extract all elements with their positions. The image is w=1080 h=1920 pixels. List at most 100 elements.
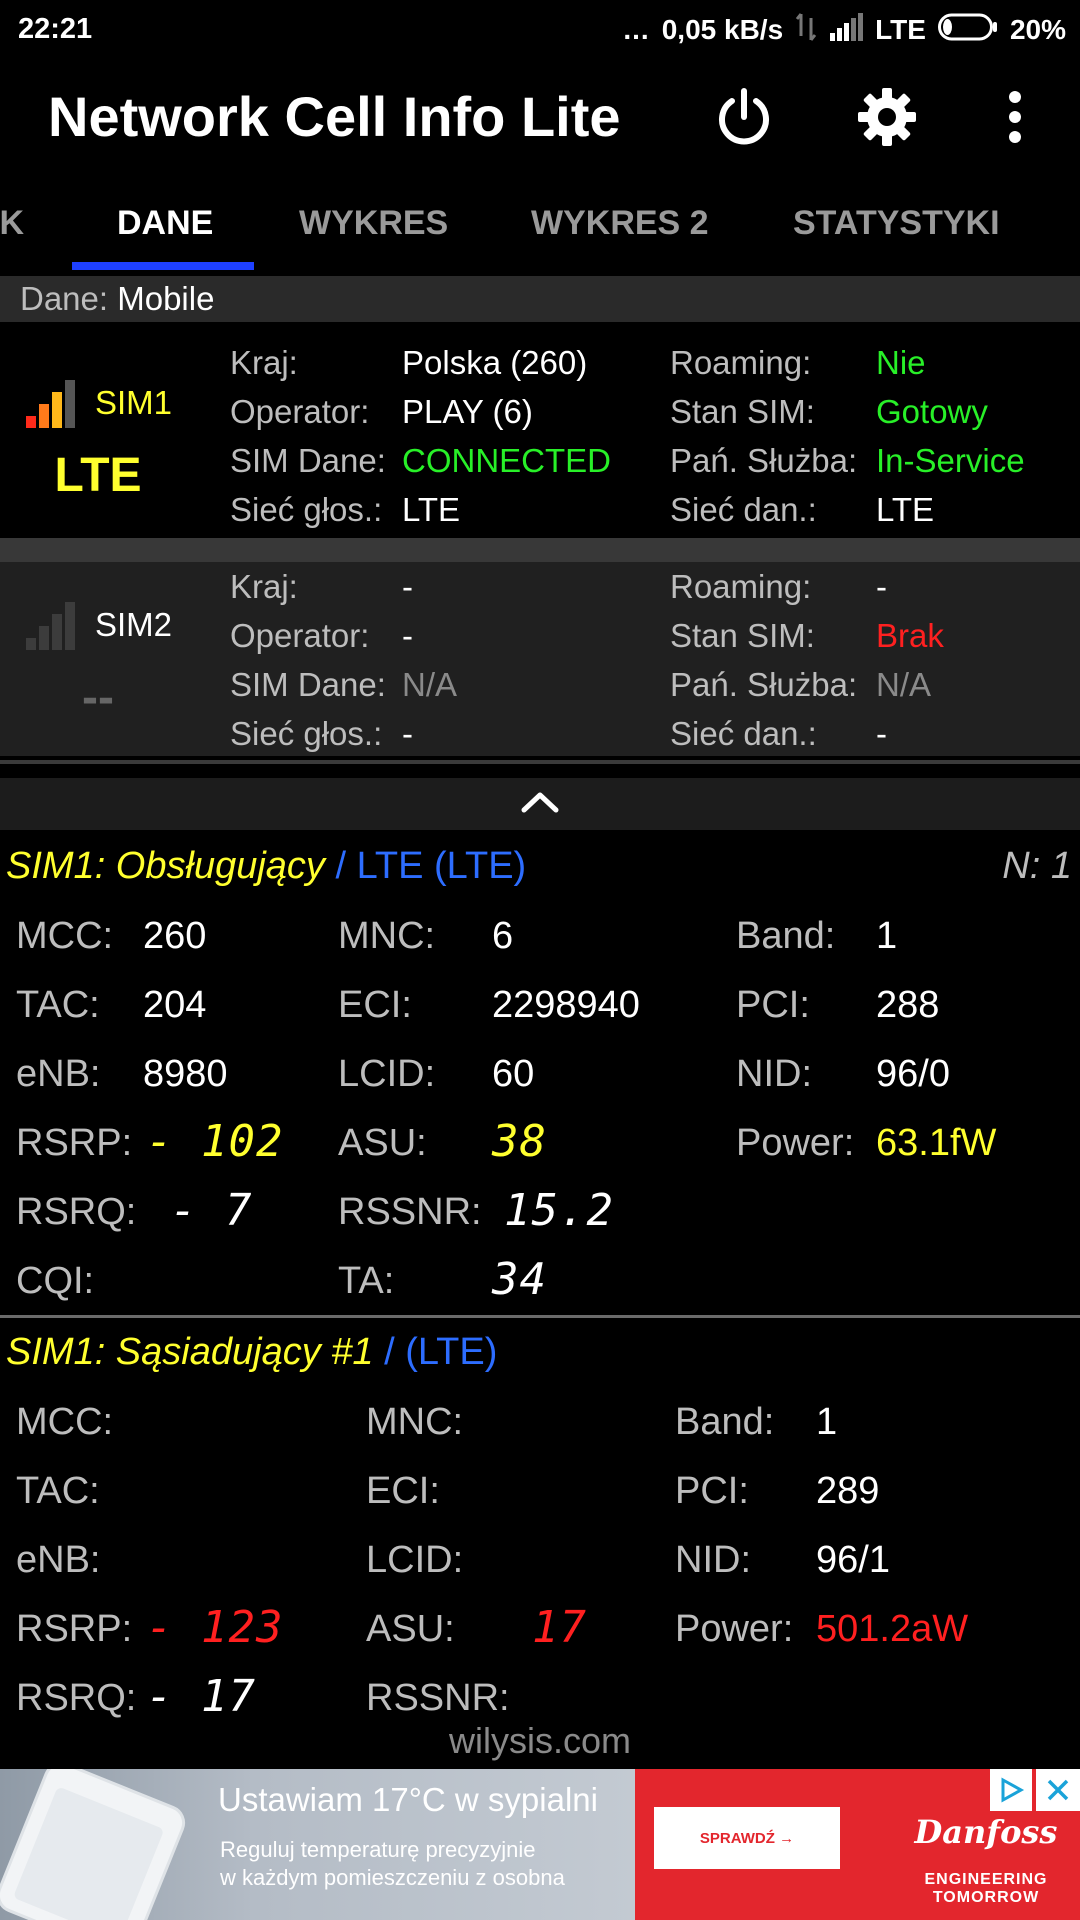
serving-mnc-value: 6 xyxy=(492,915,514,957)
neighbor-nid-value: 96/1 xyxy=(816,1539,890,1581)
sim2-data-net: Sieć dan.: xyxy=(670,715,817,752)
ad-choices-icon[interactable] xyxy=(990,1769,1032,1811)
serving-mcc-label: MCC: xyxy=(16,915,114,957)
notification-dots: ... xyxy=(623,14,650,45)
serving-rsrq-label: RSRQ: xyxy=(16,1191,137,1233)
neighbor-asu-value: 17 xyxy=(532,1602,587,1653)
sim2-country-value: - xyxy=(402,568,413,605)
settings-button[interactable] xyxy=(852,84,922,154)
serving-mcc-value: 260 xyxy=(143,915,207,957)
ad-subline-1: Reguluj temperaturę precyzyjnie xyxy=(220,1837,536,1862)
sim1-data-net-value: LTE xyxy=(876,491,935,528)
neighbor-eci-label: ECI: xyxy=(366,1470,440,1512)
neighbor-pci-label: PCI: xyxy=(675,1470,749,1512)
status-time: 22:21 xyxy=(18,13,93,45)
ad-brand-logo: Danfoss xyxy=(914,1813,1058,1851)
sim2-tech: -- xyxy=(82,671,114,724)
tab-wykres-2[interactable]: WYKRES 2 xyxy=(531,204,709,243)
serving-cell-count: N: 1 xyxy=(1002,845,1072,887)
serving-mnc-label: MNC: xyxy=(338,915,436,957)
serving-tac-label: TAC: xyxy=(16,984,100,1026)
watermark: wilysis.com xyxy=(448,1720,631,1761)
section-separator xyxy=(0,1315,1080,1318)
neighbor-rssnr-label: RSSNR: xyxy=(366,1677,510,1719)
gear-icon xyxy=(856,86,918,153)
sim2-data-net-value: - xyxy=(876,715,887,752)
serving-cqi-label: CQI: xyxy=(16,1260,95,1302)
app-bar: Network Cell Info Lite xyxy=(0,62,1080,174)
sim1-sim-data-value: CONNECTED xyxy=(402,442,612,479)
tab-indicator xyxy=(72,262,254,270)
data-source-bar: Dane: Mobile xyxy=(0,276,1080,322)
serving-tac-value: 204 xyxy=(143,984,207,1026)
collapse-toggle[interactable] xyxy=(0,778,1080,830)
serving-power-value: 63.1fW xyxy=(876,1122,997,1164)
sim1-sim-data: SIM Dane: xyxy=(230,442,386,479)
serving-pci-value: 288 xyxy=(876,984,940,1026)
serving-lcid-value: 60 xyxy=(492,1053,535,1095)
sim2-operator-value: - xyxy=(402,617,413,654)
sim1-operator: Operator: xyxy=(230,393,370,430)
neighbor-band-label: Band: xyxy=(675,1401,775,1443)
ad-headline: Ustawiam 17°C w sypialni xyxy=(218,1781,598,1818)
neighbor-band-value: 1 xyxy=(816,1401,838,1443)
more-vert-icon xyxy=(1005,90,1025,149)
serving-nid-value: 96/0 xyxy=(876,1053,950,1095)
serving-power-label: Power: xyxy=(736,1122,855,1164)
sim2-country: Kraj: xyxy=(230,568,298,605)
serving-lcid-label: LCID: xyxy=(338,1053,436,1095)
serving-enb-value: 8980 xyxy=(143,1053,228,1095)
serving-ta-label: TA: xyxy=(338,1260,395,1302)
serving-pci-label: PCI: xyxy=(736,984,810,1026)
serving-rsrp-value: - 102 xyxy=(146,1116,284,1167)
sim1-voice-net-value: LTE xyxy=(402,491,461,528)
tab-bar: IK DANE WYKRES WYKRES 2 STATYSTYKI xyxy=(0,174,1080,272)
neighbor-asu-label: ASU: xyxy=(366,1608,455,1650)
neighbor-rsrp-value: - 123 xyxy=(146,1602,284,1653)
neighbor-lcid-label: LCID: xyxy=(366,1539,464,1581)
data-source-label: Dane: xyxy=(20,280,109,317)
neighbor-mnc-label: MNC: xyxy=(366,1401,464,1443)
overflow-menu-button[interactable] xyxy=(980,84,1050,154)
network-speed: 0,05 kB/s xyxy=(661,14,784,45)
sim2-sim-data: SIM Dane: xyxy=(230,666,386,703)
sim2-sim-state: Stan SIM: xyxy=(670,617,815,654)
neighbor-tac-label: TAC: xyxy=(16,1470,100,1512)
serving-asu-value: 38 xyxy=(492,1116,547,1167)
battery-icon xyxy=(937,13,998,48)
sim1-panel: SIM1 LTE Kraj: Polska (260) Operator: PL… xyxy=(0,324,1080,538)
sim2-sim-state-value: Brak xyxy=(876,617,944,654)
serving-band-value: 1 xyxy=(876,915,898,957)
sim-divider xyxy=(0,538,1080,562)
tab-ik[interactable]: IK xyxy=(0,204,24,243)
sim1-data-net: Sieć dan.: xyxy=(670,491,817,528)
status-bar: 22:21 ... 0,05 kB/s LTE 20% xyxy=(0,0,1080,62)
neighbor-power-value: 501.2aW xyxy=(816,1608,969,1650)
serving-rssnr-value: 15.2 xyxy=(504,1185,614,1236)
sim1-tech: LTE xyxy=(54,449,142,502)
sim2-voice-net: Sieć głos.: xyxy=(230,715,383,752)
ad-brand-tagline-1: ENGINEERING xyxy=(924,1871,1048,1888)
tab-statystyki[interactable]: STATYSTYKI xyxy=(793,204,1000,243)
ad-banner[interactable]: Ustawiam 17°C w sypialni Reguluj tempera… xyxy=(0,1769,1080,1920)
data-transfer-icon xyxy=(795,12,817,49)
neighbor-cell-title: SIM1: Sąsiadujący #1 / (LTE) xyxy=(6,1331,498,1373)
sim2-panel: SIM2 -- Kraj: - Operator: - SIM Dane: N/… xyxy=(0,562,1080,756)
tab-dane[interactable]: DANE xyxy=(117,204,213,243)
sim2-operator: Operator: xyxy=(230,617,370,654)
sim2-service-value: N/A xyxy=(876,666,932,703)
sim1-name: SIM1 xyxy=(95,384,173,421)
chevron-up-icon xyxy=(520,790,560,819)
sim1-service: Pań. Służba: xyxy=(670,442,858,479)
ad-close-icon[interactable] xyxy=(1036,1769,1080,1811)
neighbor-rsrp-label: RSRP: xyxy=(16,1608,133,1650)
power-button[interactable] xyxy=(709,84,779,154)
sim2-service: Pań. Służba: xyxy=(670,666,858,703)
sim1-roaming-value: Nie xyxy=(876,344,926,381)
serving-asu-label: ASU: xyxy=(338,1122,427,1164)
ad-cta-button[interactable]: SPRAWDŹ → xyxy=(654,1807,840,1869)
tab-wykres[interactable]: WYKRES xyxy=(299,204,448,243)
sim2-bottom-gap xyxy=(0,756,1080,778)
serving-enb-label: eNB: xyxy=(16,1053,101,1095)
ad-subline-2: w każdym pomieszczeniu z osobna xyxy=(220,1865,565,1890)
